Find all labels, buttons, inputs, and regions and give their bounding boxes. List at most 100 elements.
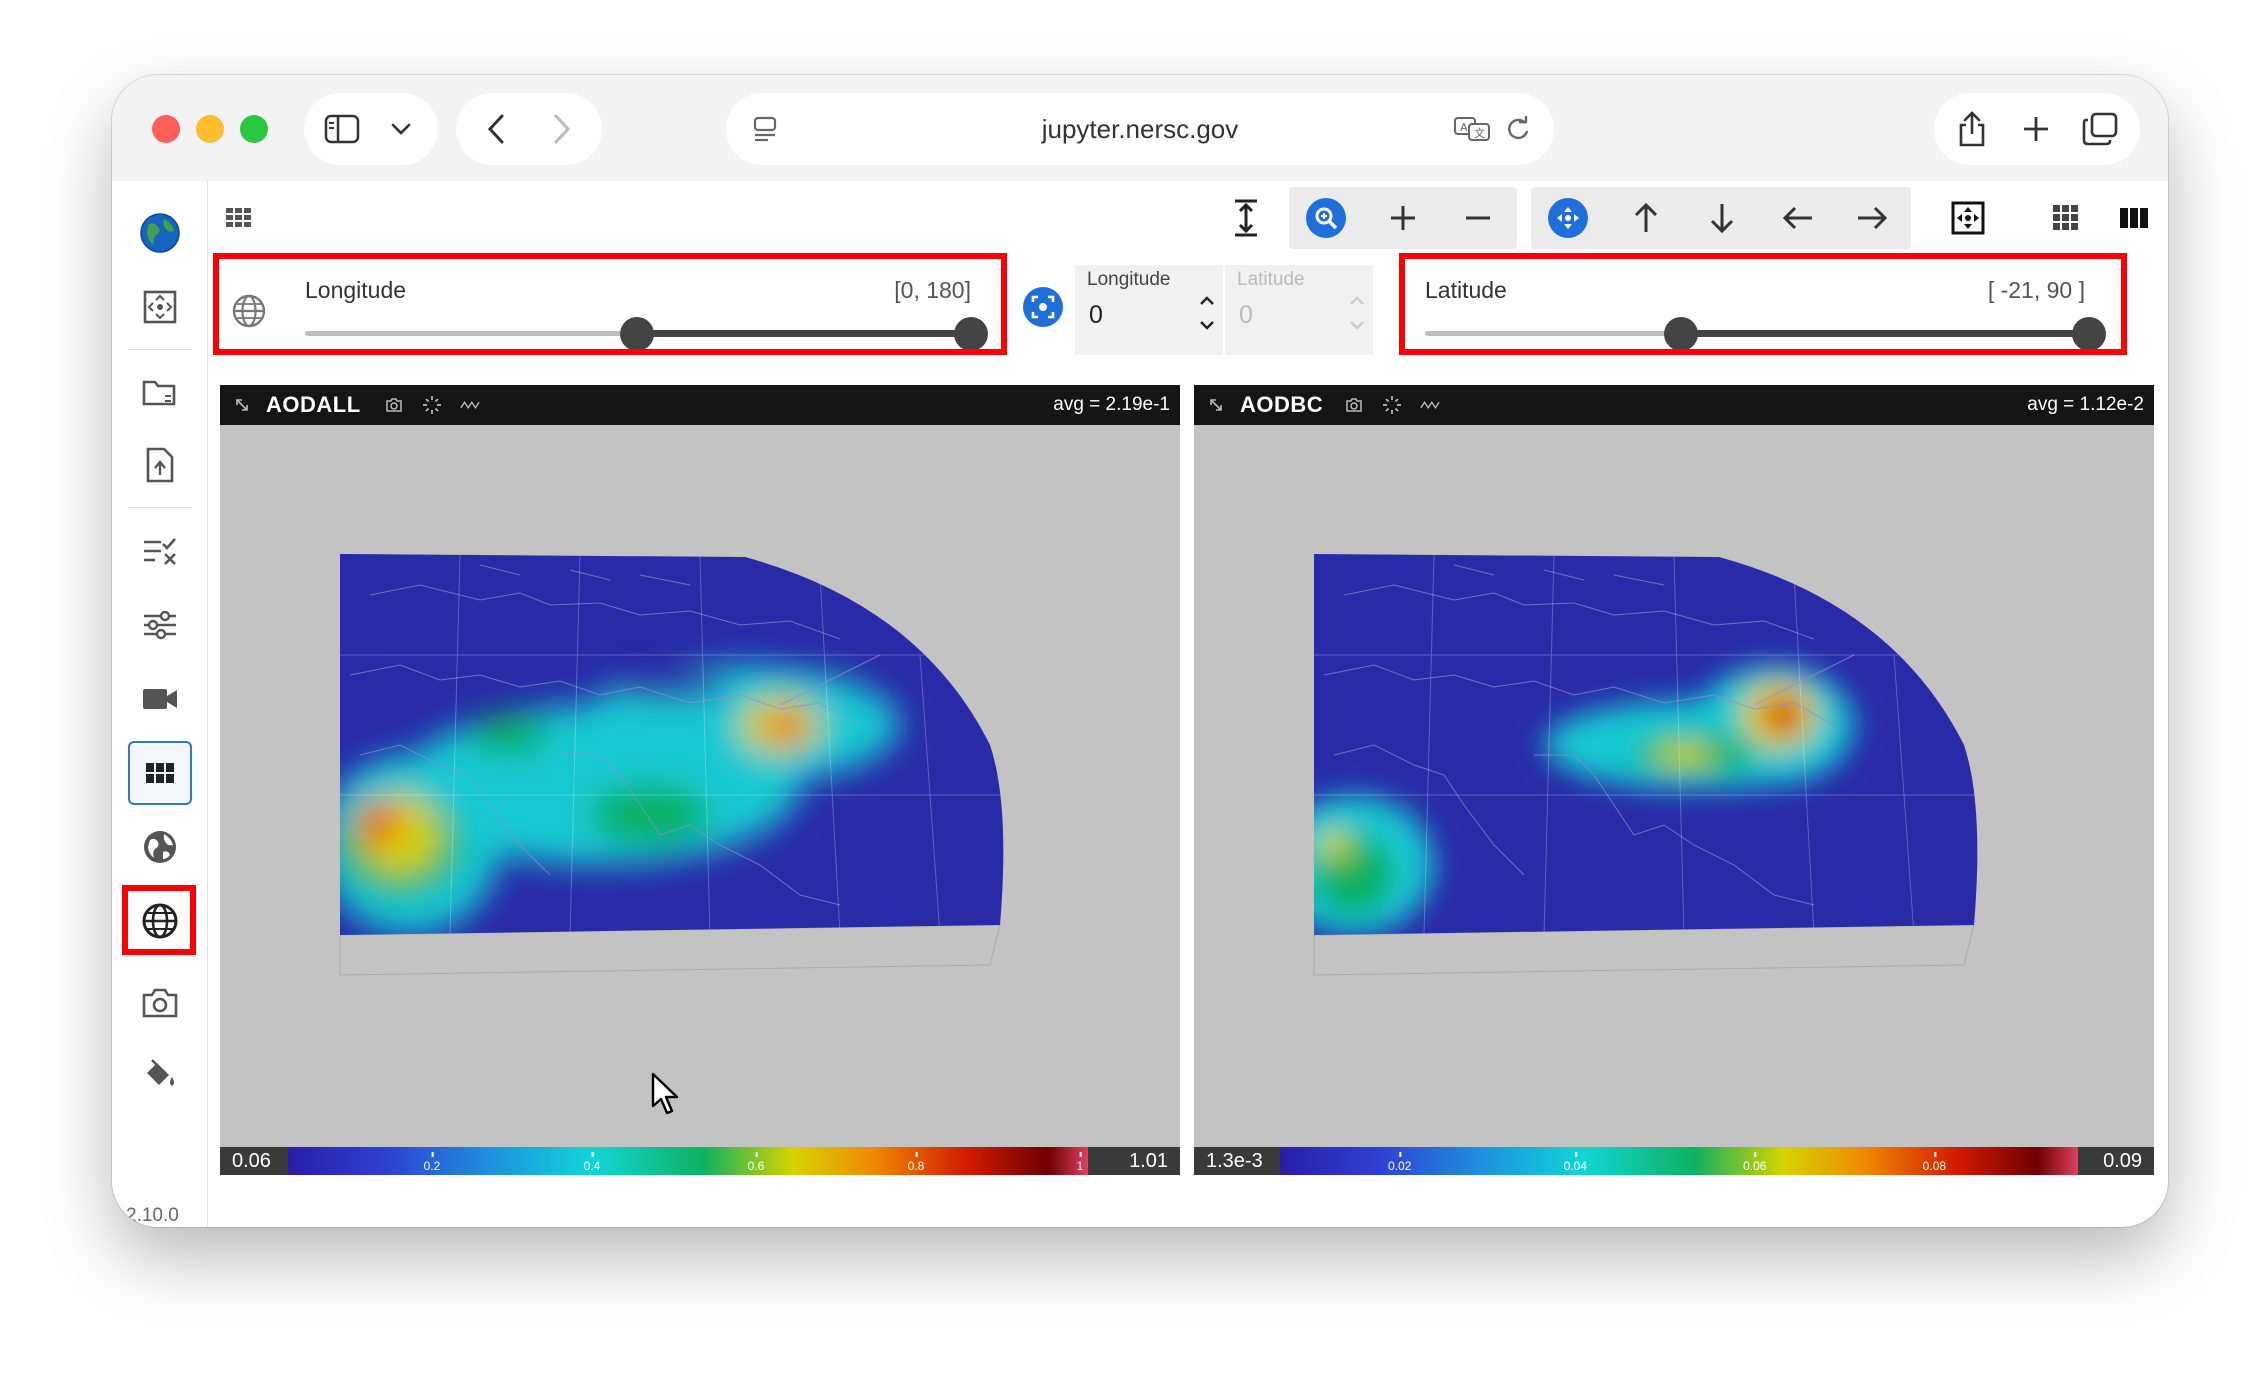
loading-spinner-icon[interactable] <box>1382 395 1402 415</box>
fit-height-icon[interactable] <box>1209 187 1283 249</box>
decrement-chevron-down-icon[interactable] <box>1347 315 1367 335</box>
aodall-map[interactable] <box>220 425 1180 1147</box>
increment-chevron-up-icon[interactable] <box>1197 291 1217 311</box>
file-upload-icon[interactable] <box>128 433 192 497</box>
expand-panel-icon[interactable] <box>232 395 252 415</box>
main-toolbar <box>209 181 2168 255</box>
reload-icon[interactable] <box>1502 113 1534 145</box>
close-window-button[interactable] <box>152 115 180 143</box>
colorbar-tick: 0.06 <box>1743 1152 1767 1173</box>
aodbc-map[interactable] <box>1194 425 2154 1147</box>
colorbar-tick: 0.2 <box>423 1152 441 1173</box>
share-icon[interactable] <box>1950 107 1994 151</box>
reset-view-icon[interactable] <box>1931 187 2005 249</box>
longitude-slider-highlight <box>213 253 1007 355</box>
pan-up-arrow-icon[interactable] <box>1609 187 1683 249</box>
loading-spinner-icon[interactable] <box>422 395 442 415</box>
zoom-out-minus-icon[interactable] <box>1441 187 1515 249</box>
sync-pan-icon[interactable] <box>460 395 480 415</box>
pan-left-arrow-icon[interactable] <box>1761 187 1835 249</box>
colorbar-tick: 0.8 <box>907 1152 925 1173</box>
translate-icon[interactable]: A文 <box>1452 113 1494 145</box>
settings-sliders-icon[interactable] <box>128 593 192 657</box>
panel-title: AODALL <box>266 392 361 417</box>
increment-chevron-up-icon[interactable] <box>1347 291 1367 311</box>
browser-window: jupyter.nersc.gov A文 2.10.0 Longitude [0… <box>112 75 2168 1227</box>
sidebar-toggle-group <box>304 93 438 165</box>
minimize-window-button[interactable] <box>196 115 224 143</box>
colorbar-gradient: 0.2 0.4 0.6 0.8 1 <box>288 1147 1088 1175</box>
globe-solid-icon[interactable] <box>128 815 192 879</box>
pan-move-icon <box>1548 198 1588 238</box>
colorbar-min-label: 1.3e-3 <box>1206 1150 1263 1172</box>
center-latitude-field[interactable]: Latitude 0 <box>1225 265 1373 355</box>
colorbar-tick: 0.6 <box>747 1152 765 1173</box>
colorbar-tick: 0.02 <box>1388 1152 1412 1173</box>
pan-down-arrow-icon[interactable] <box>1685 187 1759 249</box>
colorbar-max-label: 0.09 <box>2103 1150 2142 1172</box>
grid-layout-icon[interactable] <box>2029 187 2103 249</box>
colorbar-tick: 0.08 <box>1922 1152 1947 1173</box>
sidebar-toggle-icon[interactable] <box>322 111 362 147</box>
history-nav-group <box>456 93 602 165</box>
center-longitude-label: Longitude <box>1087 269 1171 290</box>
forward-arrow-icon[interactable] <box>542 111 582 147</box>
new-tab-plus-icon[interactable] <box>2014 107 2058 151</box>
tab-overview-icon[interactable] <box>2078 107 2122 151</box>
address-bar[interactable]: jupyter.nersc.gov A文 <box>726 93 1554 165</box>
version-label: 2.10.0 <box>126 1205 179 1226</box>
video-camera-icon[interactable] <box>128 667 192 731</box>
panel-average: avg = 2.19e-1 <box>1053 394 1170 415</box>
center-latitude-label: Latitude <box>1237 269 1305 290</box>
panel-title: AODBC <box>1240 392 1324 417</box>
map-panel-aodall[interactable]: AODALL avg = 2.19e-1 0.06 0.2 0.4 0.6 0.… <box>220 385 1180 1175</box>
chevron-down-icon[interactable] <box>386 115 416 143</box>
colorbar-gradient: 0.02 0.04 0.06 0.08 <box>1280 1147 2078 1175</box>
map-panel-aodbc[interactable]: AODBC avg = 1.12e-2 1.3e-3 0.02 0.04 0.0… <box>1194 385 2154 1175</box>
panel-average: avg = 1.12e-2 <box>2027 394 2144 415</box>
aodall-colorbar: 0.06 0.2 0.4 0.6 0.8 1 1.01 <box>220 1147 1180 1175</box>
colorbar-max-label: 1.01 <box>1129 1150 1168 1172</box>
browser-actions-group <box>1934 93 2140 165</box>
zoom-mode-button[interactable] <box>1289 187 1363 249</box>
layout-grid-small-icon[interactable] <box>217 187 261 249</box>
fit-view-icon[interactable] <box>128 275 192 339</box>
colorbar-tick: 0.04 <box>1563 1152 1587 1173</box>
zoom-window-button[interactable] <box>240 115 268 143</box>
panel-header: AODALL avg = 2.19e-1 <box>220 385 1180 425</box>
paint-bucket-icon[interactable] <box>128 1043 192 1107</box>
snapshot-camera-icon[interactable] <box>384 395 404 415</box>
layout-grid-icon[interactable] <box>128 741 192 805</box>
panel-header: AODBC avg = 1.12e-2 <box>1194 385 2154 425</box>
browser-titlebar: jupyter.nersc.gov A文 <box>112 75 2168 181</box>
range-slider-bar: Longitude [0, 180] Longitude 0 Latitude … <box>209 253 2168 355</box>
target-crosshair-icon <box>1023 287 1063 327</box>
expand-panel-icon[interactable] <box>1206 395 1226 415</box>
snapshot-camera-icon[interactable] <box>1344 395 1364 415</box>
column-layout-icon[interactable] <box>2097 187 2168 249</box>
latitude-slider-highlight <box>1399 253 2127 355</box>
center-longitude-value[interactable]: 0 <box>1089 301 1103 330</box>
svg-text:A: A <box>1460 121 1468 134</box>
folder-swap-icon[interactable] <box>128 361 192 425</box>
left-sidebar: 2.10.0 <box>112 181 208 1227</box>
svg-text:文: 文 <box>1474 126 1485 140</box>
center-latitude-value[interactable]: 0 <box>1239 301 1253 330</box>
sidebar-globe-highlight <box>122 885 196 955</box>
zoom-magnifier-icon <box>1306 198 1346 238</box>
zoom-in-plus-icon[interactable] <box>1366 187 1440 249</box>
variable-list-icon[interactable] <box>128 519 192 583</box>
decrement-chevron-down-icon[interactable] <box>1197 315 1217 335</box>
back-arrow-icon[interactable] <box>476 111 516 147</box>
pan-mode-button[interactable] <box>1531 187 1605 249</box>
url-text: jupyter.nersc.gov <box>1041 114 1239 144</box>
aodbc-colorbar: 1.3e-3 0.02 0.04 0.06 0.08 0.09 <box>1194 1147 2154 1175</box>
camera-icon[interactable] <box>128 971 192 1035</box>
sync-pan-icon[interactable] <box>1420 395 1440 415</box>
colorbar-tick: 1 <box>1076 1152 1084 1173</box>
pan-right-arrow-icon[interactable] <box>1835 187 1909 249</box>
colorbar-tick: 0.4 <box>583 1152 601 1173</box>
earth-logo-icon[interactable] <box>128 201 192 265</box>
center-longitude-field[interactable]: Longitude 0 <box>1075 265 1223 355</box>
center-target-button[interactable] <box>1021 285 1065 329</box>
